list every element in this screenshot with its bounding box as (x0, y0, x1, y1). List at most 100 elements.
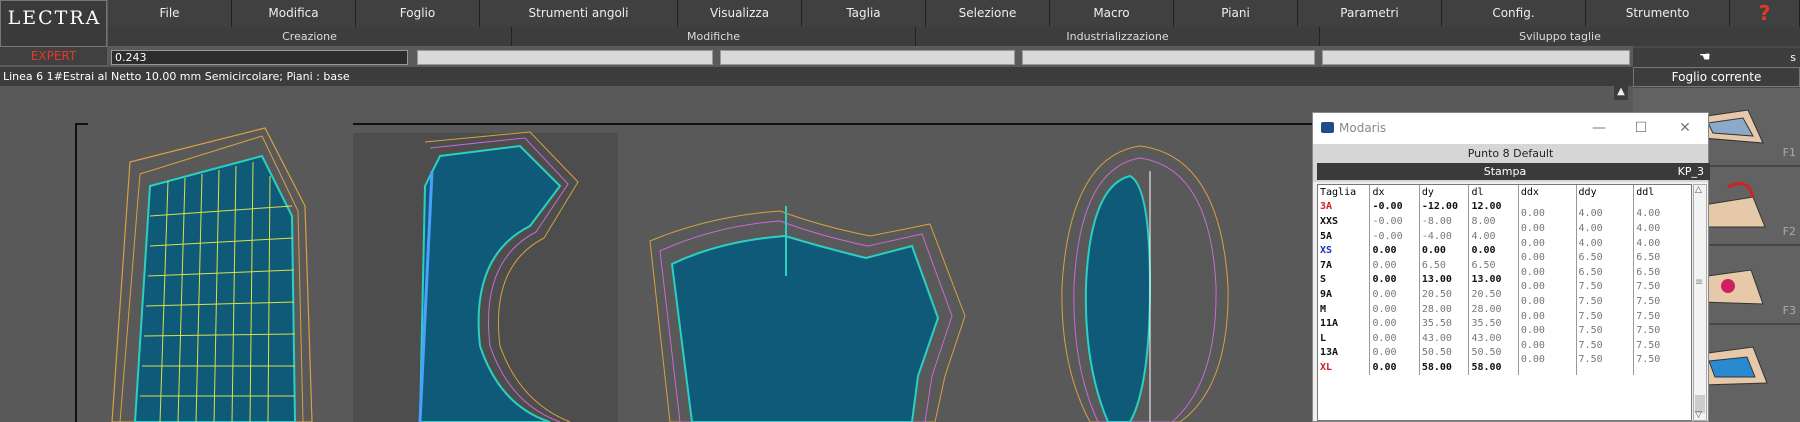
row-dy: 28.00 (1418, 301, 1469, 317)
input-slot[interactable] (417, 50, 713, 65)
row-size: 5A (1320, 230, 1333, 242)
status-line: Linea 6 1#Estrai al Netto 10.00 mm Semic… (0, 67, 1633, 86)
input-bar: 0.243 (108, 48, 1633, 67)
menu-foglio[interactable]: Foglio (356, 0, 480, 27)
row-ddl (1633, 360, 1691, 375)
minimize-icon[interactable]: — (1584, 117, 1614, 139)
row-ddx: 0.00 (1517, 294, 1577, 309)
row-size: 13A (1320, 347, 1339, 359)
row-ddy: 4.00 (1575, 221, 1634, 236)
row-dl: 50.50 (1468, 345, 1519, 361)
menu-visualizza[interactable]: Visualizza (678, 0, 802, 27)
input-slot[interactable] (720, 50, 1015, 65)
scroll-down-icon[interactable]: ▽ (1695, 410, 1702, 420)
cursor-field[interactable]: ☚ s (1633, 48, 1800, 67)
row-ddl: 7.50 (1633, 323, 1691, 338)
table-row[interactable]: 3A -0.00 -12.00 12.00 0.00 4.00 4.00 (1318, 199, 1691, 222)
grading-table: Taglia dx dy dl ddx ddy ddl 3A -0.00 -12.0… (1317, 184, 1692, 421)
input-slot[interactable] (1022, 50, 1315, 65)
row-ddx: 0.00 (1517, 264, 1577, 280)
menu-strumenti-angoli[interactable]: Strumenti angoli (480, 0, 678, 27)
lectra-logo: LECTRA (0, 0, 107, 47)
row-size: S (1320, 274, 1327, 286)
menu-parametri[interactable]: Parametri (1298, 0, 1442, 27)
point-label: Punto 8 Default (1467, 147, 1554, 160)
menu-bar: File Modifica Foglio Strumenti angoli Vi… (108, 0, 1800, 28)
row-ddl: 7.50 (1633, 308, 1691, 324)
grip-icon: ≡ (1695, 277, 1704, 288)
menu-piani[interactable]: Piani (1174, 0, 1298, 27)
row-dx: -0.00 (1369, 214, 1420, 229)
row-size: XS (1320, 245, 1333, 257)
row-dl: 20.50 (1468, 287, 1519, 302)
row-ddl: 6.50 (1633, 250, 1691, 265)
menu-file[interactable]: File (108, 0, 232, 27)
column-header: ddl (1633, 185, 1691, 200)
maximize-icon[interactable]: ☐ (1626, 117, 1656, 139)
current-sheet-label[interactable]: Foglio corrente (1633, 67, 1800, 87)
row-ddl: 7.50 (1633, 294, 1691, 309)
row-ddx: 0.00 (1517, 337, 1577, 353)
row-dx: -0.00 (1369, 199, 1420, 215)
row-ddl: 7.50 (1633, 279, 1691, 295)
table-header-row: Taglia dx dy dl ddx ddy ddl (1318, 185, 1691, 200)
row-dy: 50.50 (1418, 345, 1469, 361)
column-header: dy (1418, 185, 1469, 200)
key-label: F1 (1782, 146, 1796, 159)
row-size: L (1320, 332, 1327, 344)
menu-macro[interactable]: Macro (1050, 0, 1174, 27)
group-creazione[interactable]: Creazione (108, 27, 512, 46)
help-icon[interactable]: ? (1730, 0, 1800, 27)
row-dx: 0.00 (1369, 345, 1420, 361)
close-icon[interactable]: ✕ (1670, 117, 1700, 139)
row-dy: -12.00 (1418, 199, 1469, 215)
pattern-piece-sleeve (649, 206, 966, 422)
print-button[interactable]: Stampa (1317, 163, 1693, 180)
group-industrializzazione[interactable]: Industrializzazione (916, 27, 1320, 46)
value-input[interactable]: 0.243 (111, 50, 408, 65)
row-ddx: 0.00 (1517, 206, 1577, 222)
row-ddx: 0.00 (1517, 221, 1577, 236)
row-dy: -8.00 (1418, 214, 1469, 229)
row-dl: 28.00 (1468, 301, 1519, 317)
row-ddx: 0.00 (1517, 279, 1577, 295)
row-dl: 6.50 (1468, 257, 1519, 273)
key-label: F2 (1782, 225, 1796, 238)
menu-strumento[interactable]: Strumento (1586, 0, 1730, 27)
row-dl: 4.00 (1468, 228, 1519, 244)
column-header: dl (1468, 185, 1519, 200)
row-dl: 12.00 (1468, 199, 1519, 215)
menu-taglia[interactable]: Taglia (802, 0, 926, 27)
row-dx: 0.00 (1369, 301, 1420, 317)
row-dy: -4.00 (1418, 228, 1469, 244)
dialog-title: Modaris (1339, 121, 1387, 135)
pointer-icon: ☚ (1699, 50, 1711, 65)
expert-mode-label: EXPERT (0, 47, 107, 65)
input-slot[interactable] (1322, 50, 1630, 65)
row-dy: 20.50 (1418, 287, 1469, 302)
row-dx: 0.00 (1369, 360, 1420, 375)
menu-config[interactable]: Config. (1442, 0, 1586, 27)
dialog-titlebar[interactable]: Modaris — ☐ ✕ (1313, 113, 1708, 144)
group-sviluppo-taglie[interactable]: Sviluppo taglie (1320, 27, 1800, 46)
pattern-piece-oval (1061, 145, 1229, 422)
column-header: ddx (1517, 185, 1577, 200)
table-scrollbar[interactable]: △ ≡ ▽ (1693, 184, 1707, 421)
modaris-dialog: Modaris — ☐ ✕ Punto 8 Default Stampa KP_… (1312, 112, 1710, 422)
group-modifiche[interactable]: Modifiche (512, 27, 916, 46)
pattern-piece-back (111, 127, 313, 422)
grading-table-grid: Taglia dx dy dl ddx ddy ddl 3A -0.00 -12.0… (1318, 185, 1691, 375)
scroll-up-icon[interactable]: △ (1695, 185, 1702, 195)
row-ddy: 4.00 (1575, 235, 1634, 251)
table-row[interactable]: XL 0.00 58.00 58.00 (1318, 360, 1691, 375)
row-size: M (1320, 303, 1327, 315)
sheet-border (75, 123, 88, 422)
row-dl: 58.00 (1468, 360, 1519, 375)
row-dy: 0.00 (1418, 243, 1469, 258)
menu-modifica[interactable]: Modifica (232, 0, 356, 27)
row-dl: 0.00 (1468, 243, 1519, 258)
row-dy: 35.50 (1418, 316, 1469, 331)
row-ddy: 7.50 (1575, 279, 1634, 295)
row-dl: 8.00 (1468, 214, 1519, 229)
menu-selezione[interactable]: Selezione (926, 0, 1050, 27)
